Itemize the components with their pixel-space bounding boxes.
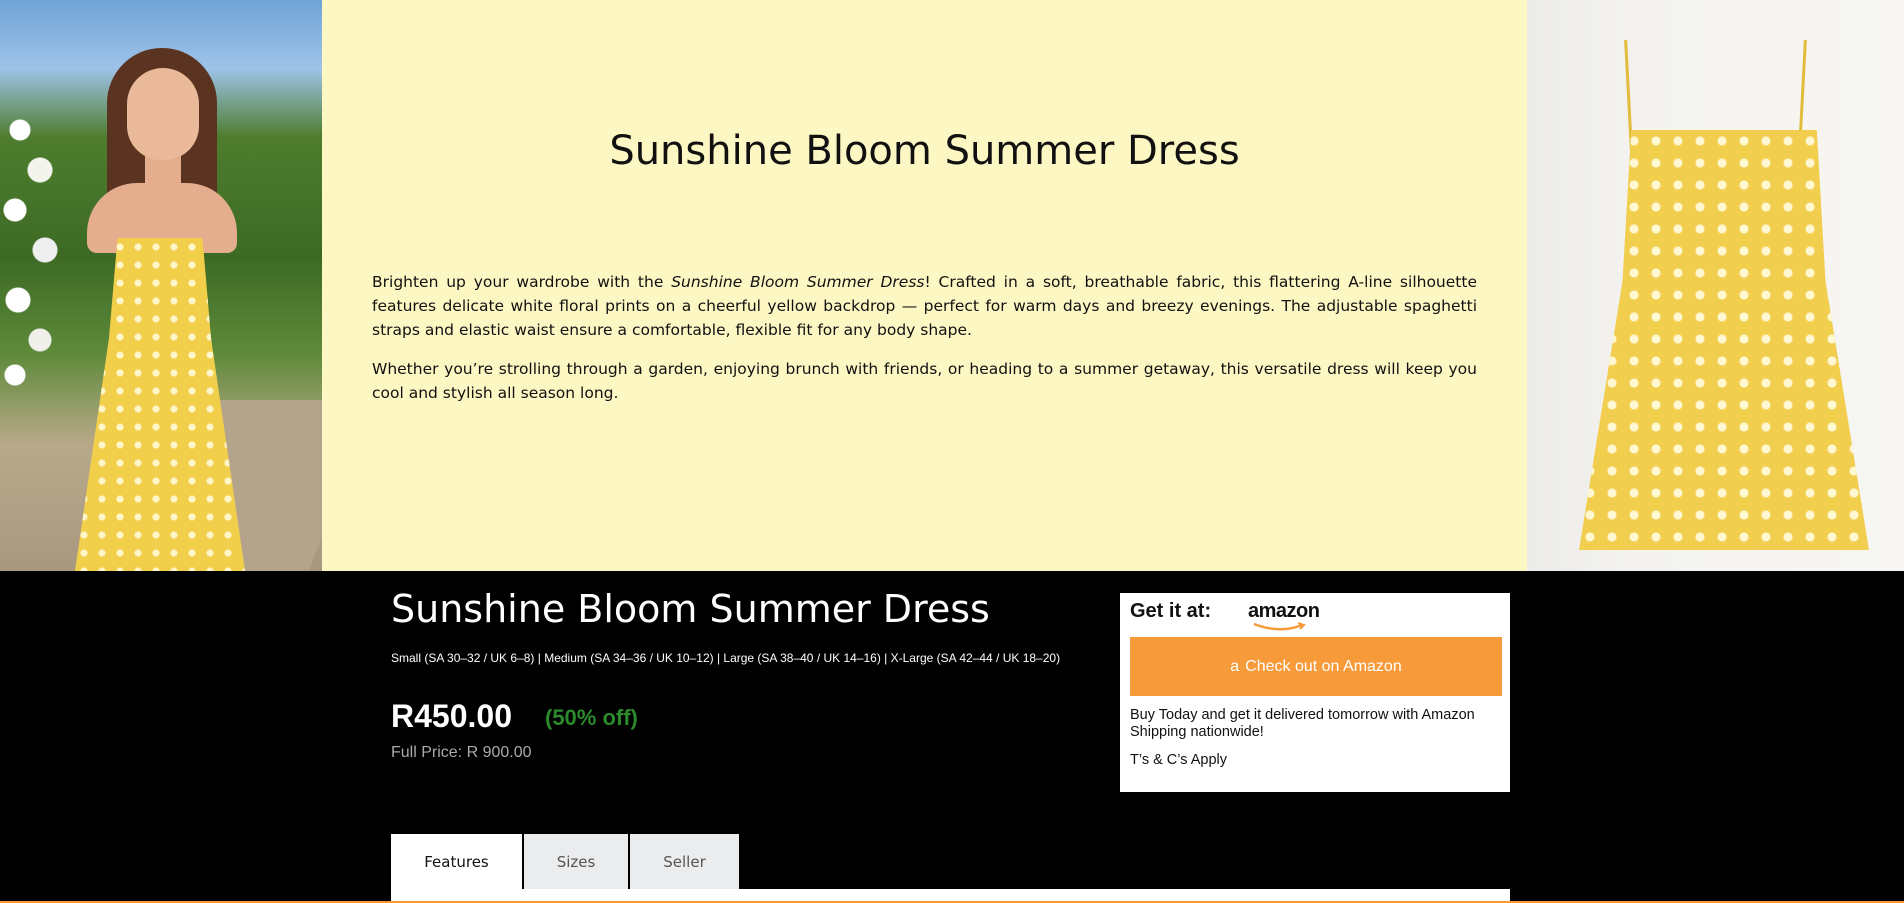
tab-seller[interactable]: Seller (630, 834, 739, 889)
product-title: Sunshine Bloom Summer Dress (391, 587, 990, 631)
delivery-note: Buy Today and get it delivered tomorrow … (1130, 707, 1475, 740)
product-description: Brighten up your wardrobe with the Sunsh… (372, 270, 1477, 420)
hero-title: Sunshine Bloom Summer Dress (609, 128, 1240, 174)
hero-section: Sunshine Bloom Summer Dress Brighten up … (0, 0, 1904, 571)
checkout-button-label: Check out on Amazon (1245, 657, 1402, 675)
amazon-icon: a (1230, 657, 1240, 675)
description-paragraph-1: Brighten up your wardrobe with the Sunsh… (372, 273, 1477, 339)
full-price: Full Price: R 900.00 (391, 744, 532, 761)
terms-link[interactable]: T’s & C’s Apply (1130, 752, 1227, 768)
discount-badge: (50% off) (545, 705, 638, 730)
model-photo (0, 0, 322, 571)
get-it-at-label: Get it at: (1130, 600, 1212, 622)
hero-text-panel: Sunshine Bloom Summer Dress Brighten up … (322, 0, 1527, 571)
checkout-amazon-button[interactable]: a Check out on Amazon (1130, 637, 1502, 696)
tab-features[interactable]: Features (391, 834, 522, 889)
amazon-smile-icon (1253, 622, 1306, 631)
description-paragraph-2: Whether you’re strolling through a garde… (372, 360, 1477, 402)
sale-price: R450.00 (391, 698, 512, 734)
buy-box: Get it at: amazon a Check out on Amazon … (1120, 593, 1510, 792)
tab-panel (391, 889, 1510, 901)
size-list: Small (SA 30–32 / UK 6–8) | Medium (SA 3… (391, 651, 1061, 665)
tab-sizes[interactable]: Sizes (524, 834, 628, 889)
amazon-logo: amazon (1248, 600, 1320, 622)
dress-product-photo (1527, 0, 1904, 571)
product-tabs: Features Sizes Seller (391, 834, 739, 889)
